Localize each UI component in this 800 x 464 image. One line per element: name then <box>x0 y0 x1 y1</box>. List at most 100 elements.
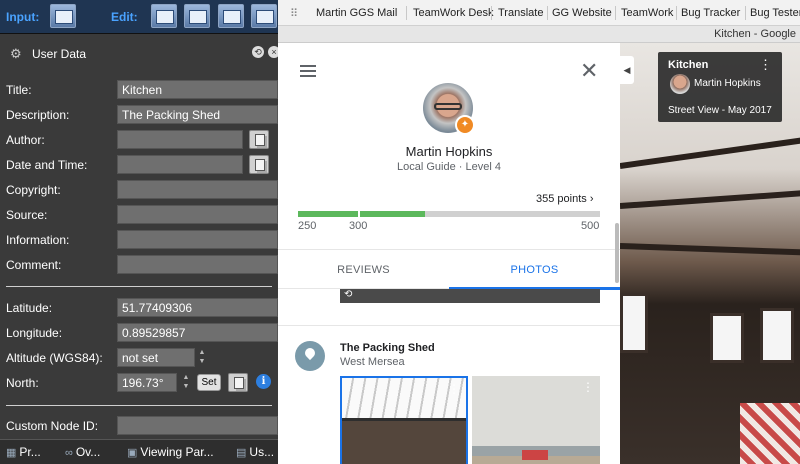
tab-viewing-parameters[interactable]: ▣ Viewing Par... <box>127 445 214 459</box>
bookmark-divider <box>615 6 616 20</box>
info-icon[interactable]: i <box>256 374 271 389</box>
north-row: North: 196.73° ▲ ▼ Set i <box>0 373 278 393</box>
window <box>760 308 794 363</box>
points-link[interactable]: 355 points › <box>536 193 594 205</box>
datetime-row: Date and Time: <box>0 155 278 175</box>
profile-name: Martin Hopkins <box>405 144 493 159</box>
tab-user-data[interactable]: ▤ Us... <box>236 445 274 459</box>
tab-photos[interactable]: PHOTOS <box>449 250 620 290</box>
altitude-field[interactable]: not set <box>117 348 195 367</box>
bookmark-divider <box>745 6 746 20</box>
source-row: Source: <box>0 205 278 225</box>
more-options-icon[interactable]: ⋮ <box>582 380 594 394</box>
profile-tabs: REVIEWS PHOTOS <box>278 249 620 290</box>
chevron-right-icon: › <box>589 193 594 205</box>
tour-icon[interactable] <box>251 4 277 28</box>
bookmark-divider <box>676 6 677 20</box>
north-stepper-icon[interactable]: ▲ ▼ <box>181 373 191 392</box>
longitude-row: Longitude: 0.89529857 <box>0 323 278 343</box>
viewing-icon: ▣ <box>127 447 138 459</box>
scrollbar[interactable] <box>615 223 619 283</box>
pin-icon[interactable]: ⟲ <box>252 46 264 58</box>
tab-overview[interactable]: ∞ Ov... <box>65 445 100 459</box>
copyright-field[interactable] <box>117 180 278 199</box>
street-view-title: Kitchen <box>668 59 709 71</box>
location-pin-icon <box>295 341 325 371</box>
longitude-label: Longitude: <box>6 326 63 340</box>
author-copy-icon[interactable] <box>249 130 269 149</box>
bookmark-teamwork[interactable]: TeamWork <box>621 7 673 19</box>
custom-node-label: Custom Node ID: <box>6 419 99 433</box>
bookmark-teamwork-desk[interactable]: TeamWork Desk <box>413 7 493 19</box>
more-options-icon[interactable]: ⋮ <box>759 57 772 73</box>
menu-icon[interactable] <box>300 65 316 77</box>
street-view-author[interactable]: Martin Hopkins <box>694 78 761 89</box>
photo-thumbnail[interactable]: ⋮ <box>472 376 600 464</box>
copyright-row: Copyright: <box>0 180 278 200</box>
binoculars-icon: ∞ <box>65 447 73 459</box>
author-field[interactable] <box>117 130 243 149</box>
adjust-icon[interactable] <box>151 4 177 28</box>
datetime-field[interactable] <box>117 155 243 174</box>
close-icon[interactable]: ✕ <box>580 60 598 82</box>
photo-thumbnail-selected[interactable]: ⋮ <box>340 376 468 464</box>
window <box>620 293 648 353</box>
description-label: Description: <box>6 108 70 122</box>
tab-reviews[interactable]: REVIEWS <box>278 250 449 290</box>
360-icon: ⟲ <box>344 289 353 300</box>
add-input-icon[interactable] <box>50 4 76 28</box>
comment-row: Comment: <box>0 255 278 275</box>
more-options-icon[interactable]: ⋮ <box>448 382 460 396</box>
bookmark-gg-website[interactable]: GG Website <box>552 7 612 19</box>
bookmark-translate[interactable]: Translate <box>498 7 543 19</box>
divider <box>278 325 620 326</box>
avatar[interactable] <box>670 74 690 94</box>
tab-properties-label: Pr... <box>19 445 41 459</box>
datetime-label: Date and Time: <box>6 158 88 172</box>
title-row: Title: Kitchen <box>0 80 278 100</box>
progress-min-label: 250 <box>298 220 317 232</box>
title-field[interactable]: Kitchen <box>117 80 278 99</box>
contributor-profile-panel: ✕ ✦ Martin Hopkins Local Guide · Level 4… <box>278 43 620 464</box>
comment-field[interactable] <box>117 255 278 274</box>
tab-properties[interactable]: ▦ Pr... <box>6 445 41 459</box>
tab-viewing-parameters-label: Viewing Par... <box>140 445 214 459</box>
title-label: Title: <box>6 83 32 97</box>
bookmark-bug-tracker[interactable]: Bug Tracker <box>681 7 740 19</box>
collapse-panel-icon[interactable]: ◀ <box>620 56 634 84</box>
progress-mark-label: 300 <box>349 220 368 232</box>
north-copy-icon[interactable] <box>228 373 248 392</box>
custom-node-field[interactable] <box>117 416 278 435</box>
place-name[interactable]: The Packing Shed <box>340 342 435 354</box>
photo-thumbnail[interactable]: ⟲ <box>340 289 600 303</box>
progress-max-label: 500 <box>581 220 600 232</box>
panel-title: User Data <box>32 47 87 61</box>
tab-user-data-label: Us... <box>249 445 275 459</box>
user-data-icon[interactable] <box>218 4 244 28</box>
latitude-field[interactable]: 51.77409306 <box>117 298 278 317</box>
datetime-copy-icon[interactable] <box>249 155 269 174</box>
gear-icon: ⚙ <box>10 46 22 61</box>
user-data-app: Input: Edit: ⚙ User Data ⟲ × Title: Kitc… <box>0 0 280 464</box>
source-label: Source: <box>6 208 48 222</box>
edit-label: Edit: <box>111 10 138 24</box>
longitude-field[interactable]: 0.89529857 <box>117 323 278 342</box>
bookmark-divider <box>547 6 548 20</box>
bookmark-bug-tester[interactable]: Bug Tester 5.0.1 <box>750 7 800 19</box>
altitude-stepper-icon[interactable]: ▲ ▼ <box>197 348 207 367</box>
ceiling-beam <box>620 243 800 256</box>
north-field[interactable]: 196.73° <box>117 373 177 392</box>
latitude-label: Latitude: <box>6 301 53 315</box>
description-field[interactable]: The Packing Shed <box>117 105 278 124</box>
source-field[interactable] <box>117 205 278 224</box>
panorama-edit-icon[interactable] <box>184 4 210 28</box>
north-set-button[interactable]: Set <box>197 374 221 391</box>
app-toolbar: Input: Edit: <box>0 0 278 34</box>
bookmark-martin-ggs-mail[interactable]: Martin GGS Mail <box>316 7 397 19</box>
information-field[interactable] <box>117 230 278 249</box>
apps-icon[interactable]: ⠿ <box>290 7 298 20</box>
browser-tab-title[interactable]: Kitchen - Google <box>714 28 796 40</box>
copyright-label: Copyright: <box>6 183 61 197</box>
window <box>710 313 744 363</box>
progress-fill <box>298 211 425 217</box>
